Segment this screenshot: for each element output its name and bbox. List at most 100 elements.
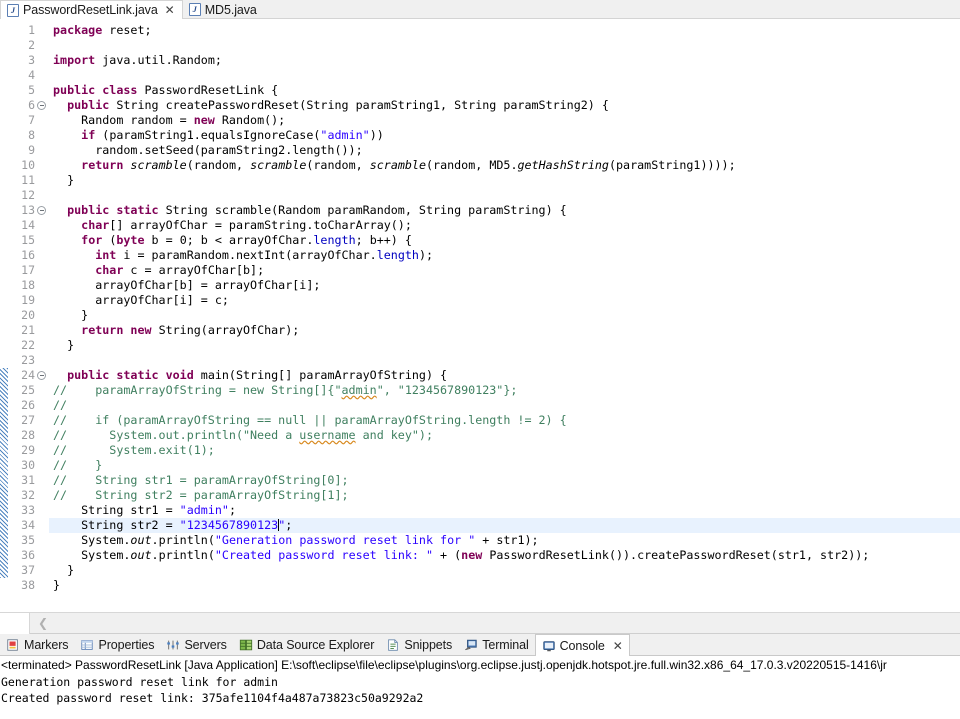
code-line[interactable]: // System.out.println("Need a username a… xyxy=(49,428,960,443)
change-indicator-column xyxy=(0,19,8,612)
code-token: out xyxy=(130,533,152,547)
code-token: PasswordResetLink()).createPasswordReset… xyxy=(489,548,870,562)
code-line[interactable]: String str2 = "1234567890123"; xyxy=(49,518,960,533)
line-number: 20 xyxy=(21,308,35,322)
line-number: 17 xyxy=(21,263,35,277)
code-line[interactable]: for (byte b = 0; b < arrayOfChar.length;… xyxy=(49,233,960,248)
close-icon[interactable]: ✕ xyxy=(165,4,175,16)
code-line[interactable]: Random random = new Random(); xyxy=(49,113,960,128)
fold-slot xyxy=(37,248,49,263)
code-token: // xyxy=(53,398,68,412)
code-line[interactable]: } xyxy=(49,308,960,323)
console-output-line: Created password reset link: 375afe1104f… xyxy=(1,691,424,705)
code-token: String(arrayOfChar); xyxy=(158,323,300,337)
code-line[interactable] xyxy=(49,38,960,53)
code-line[interactable]: // xyxy=(49,398,960,413)
change-indicator-bar xyxy=(0,368,8,578)
editor-tab-passwordresetlink-java[interactable]: J PasswordResetLink.java ✕ xyxy=(0,0,183,19)
code-token: b = 0; b < arrayOfChar. xyxy=(151,233,314,247)
fold-slot xyxy=(37,338,49,353)
code-line[interactable]: public class PasswordResetLink { xyxy=(49,83,960,98)
code-line[interactable]: int i = paramRandom.nextInt(arrayOfChar.… xyxy=(49,248,960,263)
fold-slot xyxy=(37,563,49,578)
editor-tab-md5-java[interactable]: J MD5.java xyxy=(182,0,264,19)
code-line[interactable]: char c = arrayOfChar[b]; xyxy=(49,263,960,278)
code-token: package xyxy=(53,23,110,37)
line-number: 10 xyxy=(21,158,35,172)
code-line[interactable]: } xyxy=(49,563,960,578)
line-number: 8 xyxy=(28,128,35,142)
line-number: 28 xyxy=(21,428,35,442)
scroll-left-icon[interactable]: ❮ xyxy=(38,616,48,630)
code-token: } xyxy=(53,338,75,352)
code-line[interactable] xyxy=(49,68,960,83)
code-line[interactable]: public static void main(String[] paramAr… xyxy=(49,368,960,383)
code-line[interactable]: // paramArrayOfString = new String[]{"ad… xyxy=(49,383,960,398)
code-line[interactable]: } xyxy=(49,173,960,188)
view-tab-properties[interactable]: Properties xyxy=(74,634,160,656)
view-tab-markers[interactable]: Markers xyxy=(0,634,74,656)
fold-collapse-icon[interactable] xyxy=(37,371,46,380)
fold-slot xyxy=(37,353,49,368)
view-tab-console[interactable]: Console ✕ xyxy=(534,634,630,656)
code-token: "admin" xyxy=(179,503,229,517)
code-token: arrayOfChar[b] = arrayOfChar[i]; xyxy=(53,278,321,292)
code-token: String str2 = xyxy=(53,518,180,532)
code-folding-gutter[interactable] xyxy=(37,19,49,612)
code-line[interactable]: random.setSeed(paramString2.length()); xyxy=(49,143,960,158)
view-tab-snippets[interactable]: Snippets xyxy=(380,634,458,656)
close-icon[interactable]: ✕ xyxy=(613,639,623,653)
view-tab-servers[interactable]: Servers xyxy=(160,634,232,656)
code-line[interactable]: return new String(arrayOfChar); xyxy=(49,323,960,338)
code-line[interactable]: System.out.println("Created password res… xyxy=(49,548,960,563)
code-line[interactable]: // System.exit(1); xyxy=(49,443,960,458)
fold-slot xyxy=(37,83,49,98)
code-line[interactable] xyxy=(49,188,960,203)
code-line[interactable]: // String str2 = paramArrayOfString[1]; xyxy=(49,488,960,503)
code-line[interactable]: return scramble(random, scramble(random,… xyxy=(49,158,960,173)
console-view[interactable]: <terminated> PasswordResetLink [Java App… xyxy=(0,656,960,719)
fold-collapse-icon[interactable] xyxy=(37,101,46,110)
line-number: 6 xyxy=(28,98,35,112)
code-line[interactable]: public static String scramble(Random par… xyxy=(49,203,960,218)
code-token: i = paramRandom.nextInt(arrayOfChar. xyxy=(123,248,377,262)
code-token: length xyxy=(376,248,419,262)
code-line[interactable]: import java.util.Random; xyxy=(49,53,960,68)
code-line[interactable]: package reset; xyxy=(49,23,960,38)
fold-collapse-icon[interactable] xyxy=(37,206,46,215)
code-line[interactable]: String str1 = "admin"; xyxy=(49,503,960,518)
fold-slot xyxy=(37,38,49,53)
code-line[interactable]: char[] arrayOfChar = paramString.toCharA… xyxy=(49,218,960,233)
fold-slot xyxy=(37,413,49,428)
line-number: 38 xyxy=(21,578,35,592)
fold-slot xyxy=(37,278,49,293)
code-line[interactable]: System.out.println("Generation password … xyxy=(49,533,960,548)
code-line[interactable]: if (paramString1.equalsIgnoreCase("admin… xyxy=(49,128,960,143)
code-token: random.setSeed(paramString2.length()); xyxy=(53,143,363,157)
code-line[interactable]: // if (paramArrayOfString == null || par… xyxy=(49,413,960,428)
code-token: (paramString1.equalsIgnoreCase( xyxy=(102,128,321,142)
line-number: 13 xyxy=(21,203,35,217)
view-tab-label: Properties xyxy=(98,638,155,652)
code-token: reset; xyxy=(109,23,152,37)
code-line[interactable]: } xyxy=(49,578,960,593)
code-token: )) xyxy=(369,128,384,142)
code-line[interactable]: arrayOfChar[i] = c; xyxy=(49,293,960,308)
code-token: (random, MD5. xyxy=(426,158,518,172)
view-tab-terminal[interactable]: Terminal xyxy=(458,634,534,656)
code-line[interactable] xyxy=(49,353,960,368)
code-line[interactable]: public String createPasswordReset(String… xyxy=(49,98,960,113)
code-line[interactable]: arrayOfChar[b] = arrayOfChar[i]; xyxy=(49,278,960,293)
view-tab-data-source-explorer[interactable]: Data Source Explorer xyxy=(233,634,381,656)
line-number: 31 xyxy=(21,473,35,487)
editor-horizontal-scrollbar[interactable]: ❮ xyxy=(0,612,960,634)
editor-tab-label: PasswordResetLink.java xyxy=(23,3,158,17)
code-line[interactable]: // } xyxy=(49,458,960,473)
code-line[interactable]: // String str1 = paramArrayOfString[0]; xyxy=(49,473,960,488)
code-content[interactable]: package reset; import java.util.Random; pu… xyxy=(49,19,960,612)
code-editor[interactable]: 1 2 3 4 5 6 7 8 9 10 11 12 13 14 15 16 17 18 19 20 21 22 23 24 2… xyxy=(0,19,960,612)
code-token: and key"); xyxy=(355,428,433,442)
console-process-header: <terminated> PasswordResetLink [Java App… xyxy=(1,658,887,672)
code-line[interactable]: } xyxy=(49,338,960,353)
